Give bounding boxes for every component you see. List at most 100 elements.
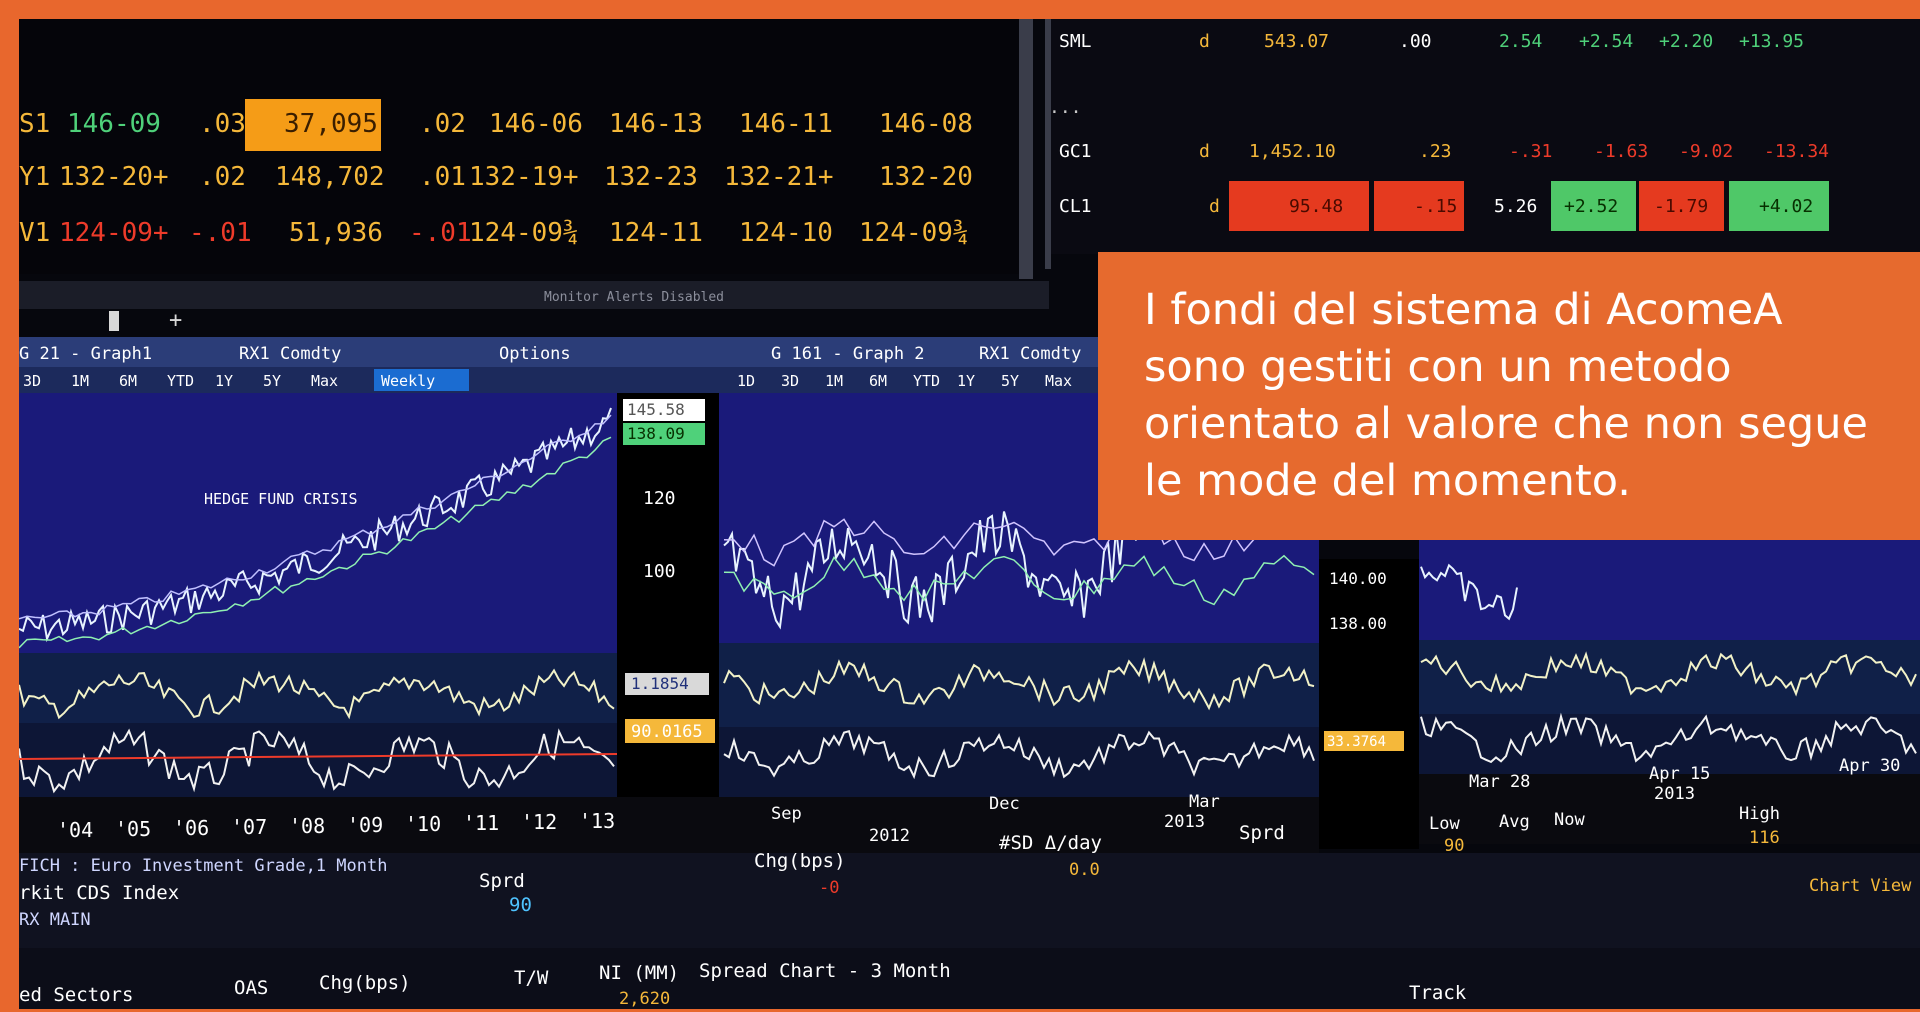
row3-c6: 124-09¾ <box>469 218 579 248</box>
graph1-period-1Y: 1Y <box>215 372 233 390</box>
svg-text:+: + <box>169 308 182 333</box>
cl1-c8: +4.02 <box>1759 196 1813 217</box>
left-quote-table: S1 146-09 .03 37,095 .02 146-06 146-13 1… <box>19 19 1049 333</box>
ellipsis: ... <box>1049 97 1082 118</box>
cl1-c5: 5.26 <box>1494 196 1537 217</box>
bottom-section: ed Sectors OAS Chg(bps) T/W NI (MM) 2,62… <box>19 948 1920 1009</box>
cl1-c7: -1.79 <box>1654 196 1708 217</box>
gc1-c6: -1.63 <box>1594 141 1648 162</box>
graph3-date-apr30: Apr 30 <box>1839 756 1900 776</box>
row3-vol: 51,936 <box>289 218 383 248</box>
graph2-date-sep: Sep <box>771 804 802 824</box>
row1-c5: .02 <box>419 109 466 139</box>
cds-sd-value: 0.0 <box>1069 860 1100 880</box>
graph1-ticker: RX1 Comdty <box>239 344 341 364</box>
cds-high-label: High <box>1739 804 1780 824</box>
row1-c7: 146-13 <box>609 109 703 139</box>
graph1-title: G 21 - Graph1 <box>19 344 152 364</box>
sml-c5: 2.54 <box>1499 31 1542 52</box>
graph2-date-2012: 2012 <box>869 826 910 846</box>
row2-id: Y1 <box>19 162 50 192</box>
cds-sprd2-label: Sprd <box>1239 822 1285 844</box>
row3-c9: 124-09¾ <box>859 218 969 248</box>
graph3-panel: Mar 28 Apr 15 2013 Apr 30 <box>1419 540 1920 844</box>
graph1-year: '07 <box>231 815 267 839</box>
gc1-c5: -.31 <box>1509 141 1552 162</box>
orange-frame: S1 146-09 .03 37,095 .02 146-06 146-13 1… <box>0 0 1920 1012</box>
graph1-chart-area <box>19 393 617 653</box>
sml-c7: +2.20 <box>1659 31 1713 52</box>
row2-vol: 148,702 <box>275 162 385 192</box>
graph2-ticker: RX1 Comdty <box>979 344 1081 364</box>
graph3-date-2013: 2013 <box>1654 784 1695 804</box>
graph1-year: '04 <box>57 818 93 842</box>
cds-title: FICH : Euro Investment Grade,1 Month <box>19 856 387 876</box>
sml-c8: +13.95 <box>1739 31 1804 52</box>
overlay-caption: I fondi del sistema di AcomeA sono gesti… <box>1098 252 1920 540</box>
gc1-last: 1,452.10 <box>1249 141 1336 162</box>
graph2-period-1Y: 1Y <box>957 372 975 390</box>
graph1-price-label2: 138.09 <box>627 424 685 443</box>
graph2-period-1M: 1M <box>825 372 843 390</box>
cl1-last: 95.48 <box>1289 196 1343 217</box>
row2-last: 132-20+ <box>59 162 169 192</box>
cl1-d: d <box>1209 196 1220 217</box>
row1-last: 146-09 <box>67 109 161 139</box>
graph2-period-3D: 3D <box>781 372 799 390</box>
sml-d: d <box>1199 31 1210 52</box>
graph3-date-mar28: Mar 28 <box>1469 772 1530 792</box>
graph1-year: '11 <box>463 811 499 835</box>
row2-c9: 132-20 <box>879 162 973 192</box>
bottom-chg: Chg(bps) <box>319 972 411 994</box>
cds-line3: RX MAIN <box>19 910 91 930</box>
bottom-track: Track <box>1409 982 1467 1004</box>
graph1-options: Options <box>499 344 571 364</box>
row2-chg: .02 <box>199 162 246 192</box>
graph2-period-YTD: YTD <box>913 372 940 390</box>
graph1-year: '10 <box>405 812 441 836</box>
graph1-tick-100: 100 <box>643 561 676 582</box>
row1-id: S1 <box>19 109 50 139</box>
row1-vol: 37,095 <box>284 109 378 139</box>
cds-low-value: 90 <box>1444 836 1464 856</box>
row3-c8: 124-10 <box>739 218 833 248</box>
bottom-oas: OAS <box>234 977 268 999</box>
row3-c7: 124-11 <box>609 218 703 248</box>
sml-c6: +2.54 <box>1579 31 1633 52</box>
row3-last: 124-09+ <box>59 218 169 248</box>
graph1-interval: Weekly <box>381 372 435 390</box>
cds-sd-label: #SD Δ/day <box>999 832 1102 854</box>
bottom-tw: T/W <box>514 967 549 989</box>
cds-low-label: Low <box>1429 814 1460 834</box>
graph2-ind-label: 33.3764 <box>1327 734 1386 750</box>
sml-chg: .00 <box>1399 31 1432 52</box>
gc1-d: d <box>1199 141 1210 162</box>
graph2-period-Max: Max <box>1045 372 1072 390</box>
bottom-ni-value: 2,620 <box>619 989 670 1009</box>
cds-chg-label: Chg(bps) <box>754 850 846 872</box>
graph1-year: '06 <box>173 816 209 840</box>
cds-chg-value: -0 <box>819 878 839 898</box>
sml-id: SML <box>1059 31 1092 52</box>
cds-high-value: 116 <box>1749 828 1780 848</box>
graph1-panel: G 21 - Graph1 RX1 Comdty Options 3D 1M 6M Y… <box>19 337 719 853</box>
graph1-ind1-label: 1.1854 <box>631 674 689 693</box>
graph1-annotation: HEDGE FUND CRISIS <box>204 490 358 508</box>
row3-chg: -.01 <box>189 218 252 248</box>
graph1-year: '05 <box>115 817 151 841</box>
graph1-year: '12 <box>521 810 557 834</box>
gc1-c8: -13.34 <box>1764 141 1829 162</box>
row2-c7: 132-23 <box>604 162 698 192</box>
graph1-year: '08 <box>289 814 325 838</box>
graph2-date-dec: Dec <box>989 794 1020 814</box>
row1-c8: 146-11 <box>739 109 833 139</box>
graph1-period-6M: 6M <box>119 372 137 390</box>
cds-now-label: Now <box>1554 810 1585 830</box>
graph2-price-label1: 140.00 <box>1329 569 1387 588</box>
row1-chg: .03 <box>199 109 246 139</box>
row2-c5: .01 <box>419 162 466 192</box>
overlay-text: I fondi del sistema di AcomeA sono gesti… <box>1144 285 1868 506</box>
gc1-chg: .23 <box>1419 141 1452 162</box>
row1-c9: 146-08 <box>879 109 973 139</box>
sml-last: 543.07 <box>1264 31 1329 52</box>
